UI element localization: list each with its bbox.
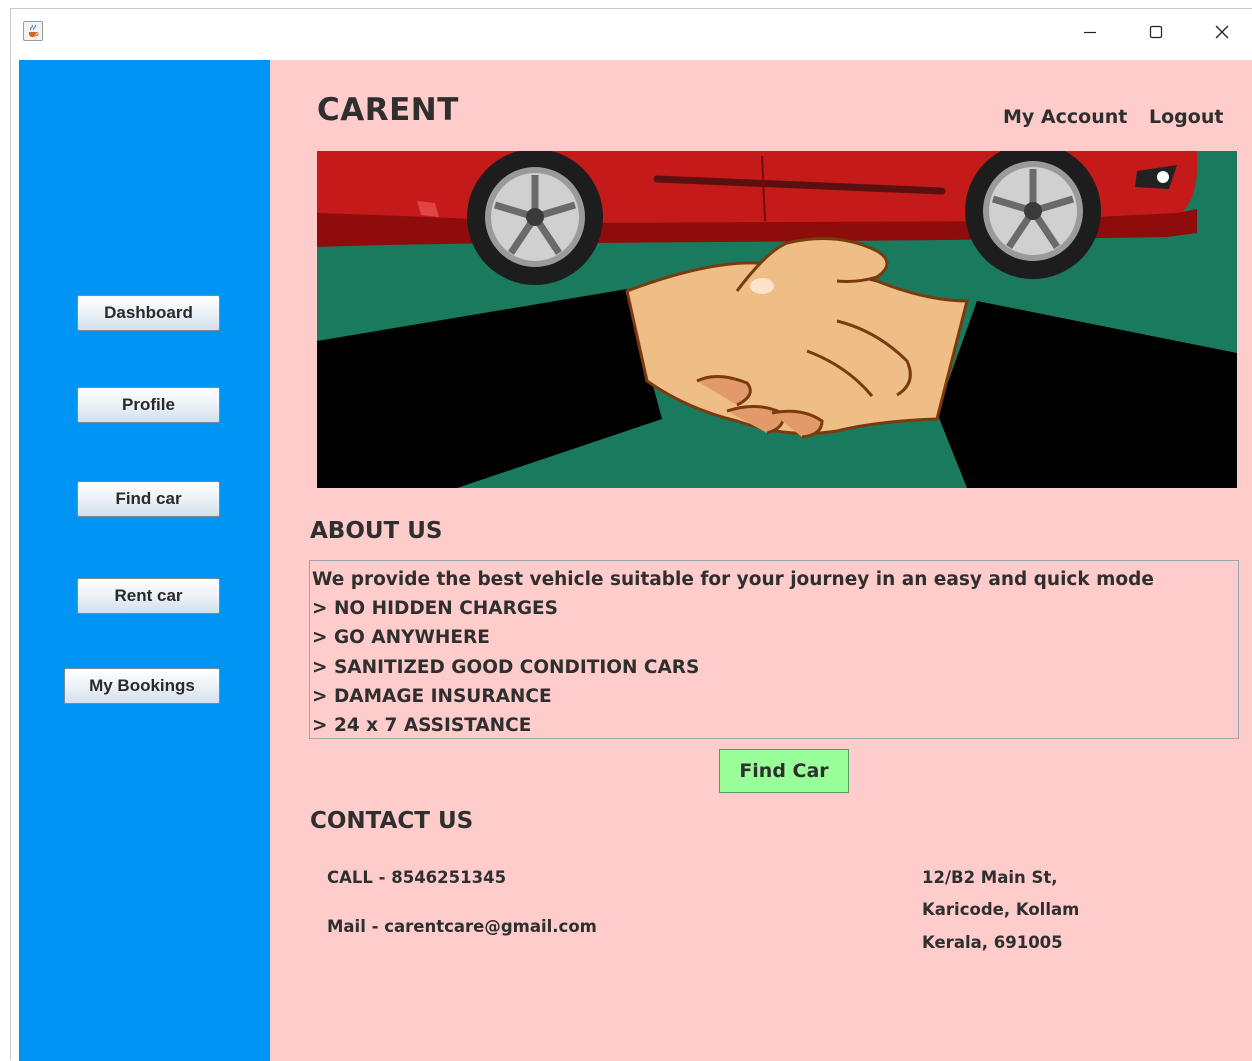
close-icon [1215, 25, 1229, 39]
minimize-icon [1084, 31, 1096, 34]
title-bar [11, 9, 1252, 59]
handshake-car-banner-image [317, 151, 1237, 488]
about-us-text-area: We provide the best vehicle suitable for… [309, 560, 1239, 739]
about-point: > NO HIDDEN CHARGES [312, 598, 559, 620]
contact-phone: CALL - 8546251345 [327, 868, 507, 887]
maximize-button[interactable] [1123, 9, 1189, 55]
app-window: Dashboard Profile Find car Rent car My B… [10, 8, 1252, 1061]
address-line: Karicode, Kollam [922, 900, 1080, 919]
about-us-title: ABOUT US [310, 518, 443, 544]
brand-title: CARENT [317, 92, 459, 128]
my-account-link[interactable]: My Account [1003, 106, 1127, 128]
about-point: > DAMAGE INSURANCE [312, 685, 552, 707]
maximize-icon [1149, 25, 1163, 39]
rent-car-button[interactable]: Rent car [77, 578, 220, 614]
about-point: > GO ANYWHERE [312, 627, 490, 649]
find-car-nav-button[interactable]: Find car [77, 481, 220, 517]
profile-button[interactable]: Profile [77, 387, 220, 423]
my-bookings-button[interactable]: My Bookings [64, 668, 220, 704]
find-car-button[interactable]: Find Car [719, 749, 849, 793]
sidebar: Dashboard Profile Find car Rent car My B… [19, 60, 270, 1061]
contact-email: Mail - carentcare@gmail.com [327, 917, 597, 936]
main-panel: CARENT My Account Logout ABOUT US We pro… [270, 60, 1252, 1061]
about-intro: We provide the best vehicle suitable for… [312, 569, 1154, 590]
close-button[interactable] [1189, 9, 1252, 55]
about-point: > SANITIZED GOOD CONDITION CARS [312, 656, 700, 678]
java-coffee-icon [23, 21, 43, 41]
about-point: > 24 x 7 ASSISTANCE [312, 715, 532, 737]
logout-link[interactable]: Logout [1149, 106, 1223, 128]
address-line: Kerala, 691005 [922, 933, 1063, 952]
address-line: 12/B2 Main St, [922, 868, 1058, 887]
contact-us-title: CONTACT US [310, 808, 474, 834]
dashboard-button[interactable]: Dashboard [77, 295, 220, 331]
minimize-button[interactable] [1057, 9, 1123, 55]
